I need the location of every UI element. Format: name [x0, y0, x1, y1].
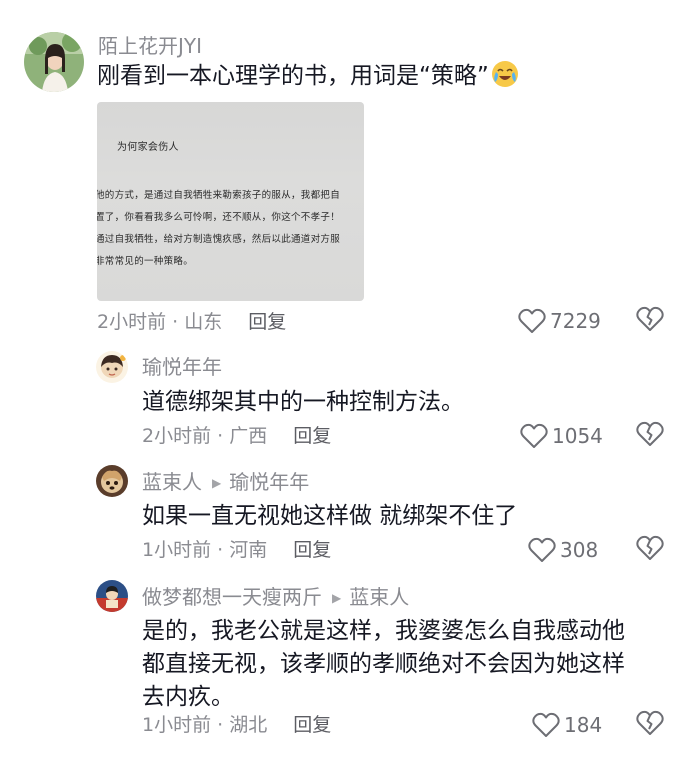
play-arrow-icon: ▶	[332, 591, 342, 605]
reply-button[interactable]: 回复	[293, 425, 331, 447]
comment-text: 刚看到一本心理学的书，用词是“策略”	[97, 60, 519, 93]
reply-text-line: 是的，我老公就是这样，我婆婆怎么自我感动他	[142, 618, 625, 644]
reply-meta: 1小时前 · 湖北 回复	[142, 713, 331, 737]
dislike-button[interactable]	[636, 421, 666, 451]
reply-to-username[interactable]: 蓝束人	[349, 585, 409, 609]
reply-meta: 2小时前 · 广西 回复	[142, 424, 331, 448]
reply-to-username[interactable]: 瑜悦年年	[229, 470, 309, 494]
heart-icon	[532, 712, 560, 737]
like-button[interactable]: 184	[532, 710, 602, 740]
reply-text: 如果一直无视她这样做 就绑架不住了	[142, 503, 518, 529]
reply-username-line: 蓝束人 ▶ 瑜悦年年	[142, 470, 309, 495]
reply-button[interactable]: 回复	[293, 539, 331, 561]
reply-text: 是的，我老公就是这样，我婆婆怎么自我感动他 都直接无视，该孝顺的孝顺绝对不会因为…	[142, 615, 625, 714]
time-location: 2小时前 · 广西	[142, 425, 268, 447]
book-line: 通过自我牺牲，给对方制造愧疚感，然后以此通道对方服	[97, 234, 341, 245]
comment-meta: 2小时前 · 山东 回复	[97, 310, 286, 334]
like-count: 308	[560, 538, 599, 562]
reply-button[interactable]: 回复	[248, 311, 286, 333]
reply-meta: 1小时前 · 河南 回复	[142, 538, 331, 562]
crying-laughing-emoji-icon	[491, 60, 519, 88]
comment-text-content: 刚看到一本心理学的书，用词是“策略”	[97, 63, 489, 89]
broken-heart-icon	[636, 535, 664, 560]
book-photo[interactable]: 为何家会伤人 他的方式，是通过自我牺牲来勒索孩子的服从，我都把自 置了，你看看我…	[97, 102, 364, 301]
dislike-button[interactable]	[636, 710, 666, 740]
broken-heart-icon	[636, 306, 664, 331]
like-button[interactable]: 308	[528, 535, 598, 565]
book-title: 为何家会伤人	[117, 142, 179, 153]
play-arrow-icon: ▶	[212, 476, 222, 490]
avatar[interactable]	[24, 32, 84, 92]
time-location: 1小时前 · 河南	[142, 539, 268, 561]
dislike-button[interactable]	[636, 535, 666, 565]
book-line: 置了，你看看我多么可怜啊，还不顺从，你这个不孝子！	[97, 212, 341, 223]
book-line: 非常常见的一种策略。	[97, 256, 194, 267]
reply-button[interactable]: 回复	[293, 714, 331, 736]
reply-text: 道德绑架其中的一种控制方法。	[142, 389, 464, 415]
like-count: 1054	[552, 424, 603, 448]
heart-icon	[518, 308, 546, 333]
time-location: 2小时前 · 山东	[97, 311, 223, 333]
like-count: 184	[564, 713, 603, 737]
broken-heart-icon	[636, 421, 664, 446]
comment-username[interactable]: 陌上花开JYI	[98, 34, 202, 58]
like-count: 7229	[550, 309, 601, 333]
reply-username-line: 做梦都想一天瘦两斤 ▶ 蓝束人	[142, 585, 409, 610]
book-line: 他的方式，是通过自我牺牲来勒索孩子的服从，我都把自	[97, 190, 341, 201]
time-location: 1小时前 · 湖北	[142, 714, 268, 736]
reply-username[interactable]: 瑜悦年年	[142, 355, 222, 379]
broken-heart-icon	[636, 710, 664, 735]
dislike-button[interactable]	[636, 306, 666, 336]
like-button[interactable]: 1054	[520, 421, 603, 451]
avatar[interactable]	[96, 580, 128, 612]
like-button[interactable]: 7229	[518, 306, 601, 336]
avatar[interactable]	[96, 465, 128, 497]
reply-text-line: 都直接无视，该孝顺的孝顺绝对不会因为她这样	[142, 651, 625, 677]
heart-icon	[528, 537, 556, 562]
heart-icon	[520, 423, 548, 448]
reply-username[interactable]: 做梦都想一天瘦两斤	[142, 585, 322, 609]
reply-username[interactable]: 蓝束人	[142, 470, 202, 494]
avatar[interactable]	[96, 351, 128, 383]
